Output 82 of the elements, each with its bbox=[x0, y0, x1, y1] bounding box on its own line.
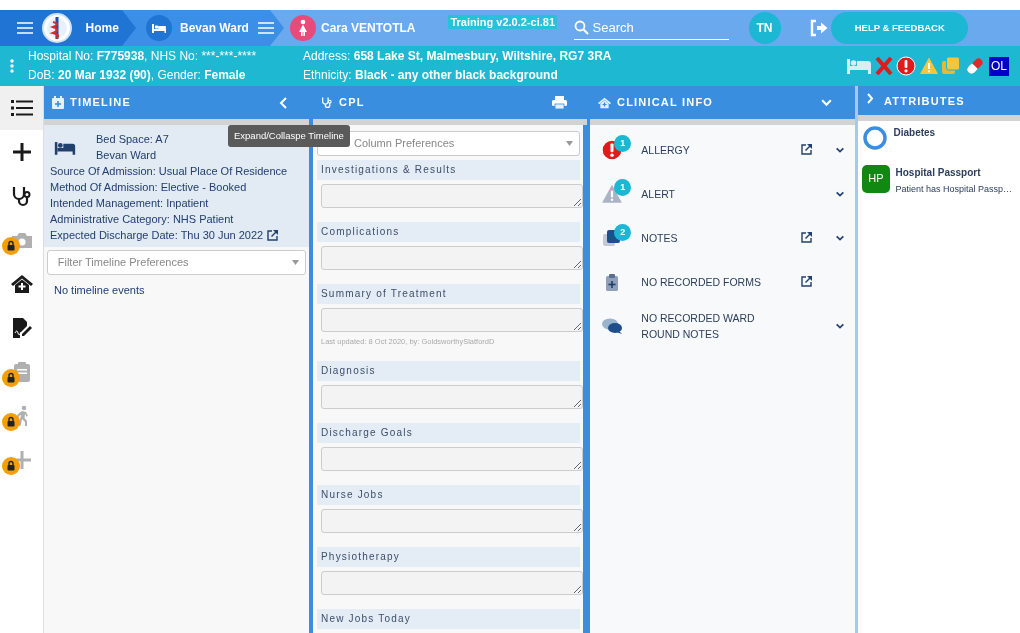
sidebar-button[interactable] bbox=[0, 86, 43, 130]
home-link[interactable]: Home bbox=[85, 19, 119, 37]
logo-icon bbox=[42, 13, 72, 43]
section-title: Physiotherapy bbox=[317, 547, 580, 568]
chevron-left-icon[interactable] bbox=[279, 96, 289, 109]
menu-icon[interactable] bbox=[256, 21, 275, 35]
admission-detail: Expected Discharge Date: Thu 30 Jun 2022 bbox=[50, 228, 264, 243]
tooltip: Expand/Collaspe Timeline bbox=[228, 125, 350, 148]
chat-icon bbox=[600, 316, 623, 335]
external-link-icon[interactable] bbox=[265, 228, 279, 242]
panel-title: CLINICAL INFO bbox=[617, 95, 714, 111]
count-badge: 2 bbox=[614, 223, 632, 241]
calendar-plus-icon bbox=[52, 96, 64, 109]
notes-icon bbox=[941, 56, 962, 76]
caret-icon bbox=[566, 141, 573, 146]
section-label[interactable]: NO RECORDED WARD ROUND NOTES bbox=[641, 309, 787, 342]
stethoscope-icon bbox=[321, 96, 333, 109]
menu-icon[interactable] bbox=[16, 21, 34, 35]
panel-title: TIMELINE bbox=[70, 95, 131, 111]
panel-title: CPL bbox=[339, 95, 365, 111]
admission-detail: Intended Management: Inpatient bbox=[50, 196, 209, 211]
attribute-description: Patient has Hospital Passp… bbox=[895, 182, 1013, 196]
attribute-title: Hospital Passport bbox=[895, 165, 982, 180]
patient-detail: Ethnicity: Black - any other black background bbox=[303, 67, 559, 84]
external-link-icon[interactable] bbox=[799, 275, 813, 289]
panel-title: ATTRIBUTES bbox=[884, 94, 965, 109]
section-title: Discharge Goals bbox=[317, 423, 580, 444]
external-link-icon[interactable] bbox=[799, 231, 813, 245]
patient-detail: Hospital No: F775938, NHS No: ***-***-**** bbox=[28, 48, 258, 65]
home-icon bbox=[10, 274, 33, 294]
exclamation-icon bbox=[896, 56, 916, 76]
empty-message: No timeline events bbox=[53, 282, 146, 298]
cross-icon bbox=[875, 56, 894, 76]
lock-icon bbox=[2, 457, 20, 475]
help-button[interactable]: HELP & FEEDBACK bbox=[831, 12, 969, 44]
ward-text: Bevan Ward bbox=[96, 148, 158, 163]
printer-icon[interactable] bbox=[552, 96, 567, 109]
section-label[interactable]: NO RECORDED FORMS bbox=[641, 273, 787, 290]
lock-icon bbox=[2, 413, 20, 431]
caret-icon bbox=[292, 259, 300, 265]
warning-icon bbox=[918, 56, 939, 76]
passport-badge: HP bbox=[862, 164, 890, 193]
stethoscope-icon bbox=[10, 185, 33, 207]
plus-icon bbox=[11, 142, 32, 162]
ring-icon bbox=[862, 125, 888, 151]
bed-space-text: Bed Space: A7 bbox=[96, 132, 169, 147]
list-icon bbox=[10, 99, 33, 117]
admission-detail: Administrative Category: NHS Patient bbox=[50, 212, 234, 227]
external-link-icon[interactable] bbox=[799, 143, 813, 157]
section-label[interactable]: ALERT bbox=[641, 185, 787, 202]
count-badge: 1 bbox=[614, 134, 632, 152]
patient-detail: Address: 658 Lake St, Malmesbury, Wiltshire, RG7 3RA bbox=[303, 48, 613, 65]
section-title: Summary of Treatment bbox=[317, 284, 580, 304]
search-field[interactable]: Search bbox=[592, 17, 723, 38]
section-title: Investigations & Results bbox=[317, 160, 580, 180]
section-label[interactable]: NOTES bbox=[641, 229, 787, 246]
section-title: Nurse Jobs bbox=[317, 485, 580, 506]
section-title: Diagnosis bbox=[317, 361, 580, 382]
woman-icon bbox=[289, 15, 316, 41]
bed-icon bbox=[54, 139, 76, 157]
home-icon bbox=[598, 96, 611, 109]
bed-icon bbox=[846, 57, 873, 75]
admission-detail: Method Of Admission: Elective - Booked bbox=[50, 180, 247, 195]
section-label[interactable]: ALLERGY bbox=[641, 141, 787, 158]
section-title: New Jobs Today bbox=[317, 609, 580, 630]
bed-icon bbox=[146, 15, 172, 41]
patient-link[interactable]: Cara VENTOTLA bbox=[321, 19, 416, 37]
chevron-right-icon[interactable] bbox=[866, 93, 874, 104]
user-avatar[interactable]: TN bbox=[748, 12, 781, 44]
patient-detail: DoB: 20 Mar 1932 (90), Gender: Female bbox=[28, 67, 247, 84]
version-label: Training v2.0.2-ci.81 bbox=[448, 15, 558, 29]
flag-label: OL bbox=[989, 56, 1009, 76]
lock-icon bbox=[2, 237, 20, 255]
count-badge: 1 bbox=[614, 178, 632, 196]
section-title: Complications bbox=[317, 222, 580, 242]
filter-select[interactable]: Filter Timeline Preferences bbox=[46, 249, 307, 275]
clipboard-plus-icon bbox=[604, 272, 619, 291]
document-icon bbox=[10, 317, 33, 339]
admission-detail: Source Of Admission: Usual Place Of Residence bbox=[50, 164, 288, 179]
search-icon bbox=[573, 20, 589, 35]
lock-icon bbox=[2, 369, 20, 387]
attribute-title: Diabetes bbox=[893, 126, 936, 140]
